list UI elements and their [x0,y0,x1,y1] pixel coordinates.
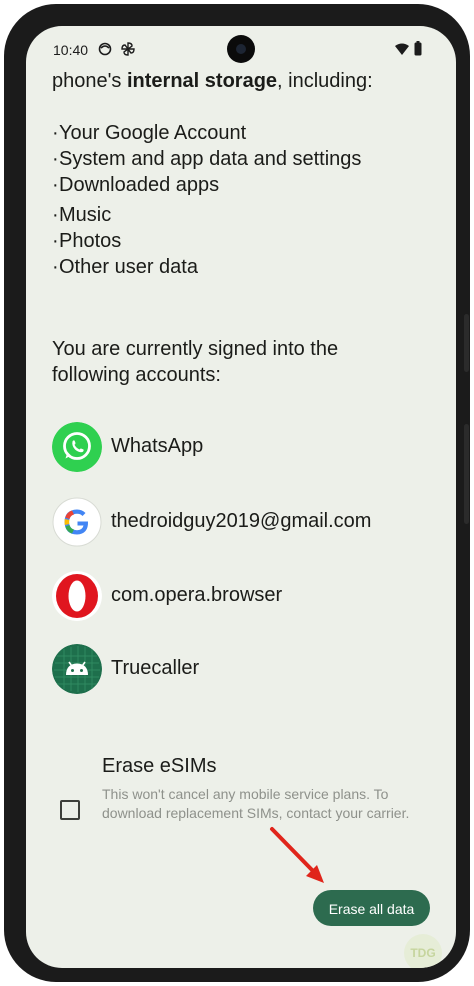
red-arrow-annotation [270,827,324,883]
volume-button [464,424,469,524]
phone-frame: 10:40 phone's internal storage, includin… [4,4,470,982]
screen: 10:40 phone's internal storage, includin… [26,26,456,968]
tdg-watermark: TDG [404,934,442,968]
erase-all-data-button[interactable]: Erase all data [313,890,430,926]
power-button [464,314,469,372]
